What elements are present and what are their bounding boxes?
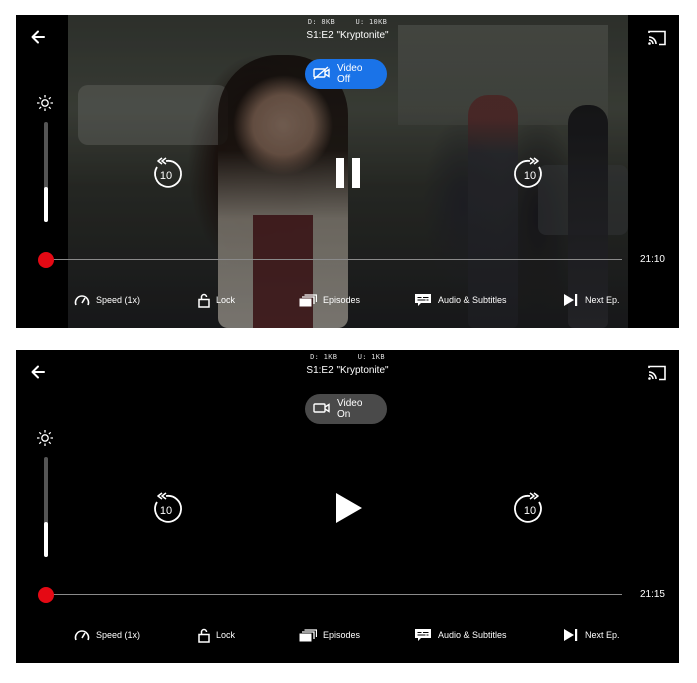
episodes-button[interactable]: Episodes <box>299 625 360 645</box>
audio-subtitles-label: Audio & Subtitles <box>438 630 507 640</box>
lock-icon <box>198 628 210 643</box>
cast-icon[interactable] <box>647 364 667 382</box>
speed-button[interactable]: Speed (1x) <box>74 625 140 645</box>
episodes-label: Episodes <box>323 295 361 305</box>
lock-button[interactable]: Lock <box>198 625 235 645</box>
audio-subtitles-button[interactable]: Audio & Subtitles <box>414 290 507 310</box>
rewind-seconds: 10 <box>160 505 172 517</box>
upload-rate: U: 10KB <box>355 18 388 26</box>
upload-rate: U: 1KB <box>357 353 385 361</box>
rewind-seconds: 10 <box>160 170 172 182</box>
forward-seconds: 10 <box>524 170 536 182</box>
speed-label: Speed (1x) <box>96 630 141 640</box>
brightness-icon <box>36 94 54 112</box>
video-camera-icon <box>313 401 331 418</box>
speedometer-icon <box>74 628 90 642</box>
audio-subtitles-button[interactable]: Audio & Subtitles <box>414 625 507 645</box>
progress-bar[interactable] <box>46 259 622 260</box>
network-stats: D: 1KB U: 1KB <box>16 353 679 361</box>
brightness-slider-fill <box>44 522 48 557</box>
progress-scrubber[interactable] <box>38 252 54 268</box>
episode-title: S1:E2 "Kryptonite" <box>306 30 389 41</box>
progress-bar[interactable] <box>46 594 622 595</box>
cast-icon[interactable] <box>647 29 667 47</box>
lock-label: Lock <box>216 630 236 640</box>
skip-next-icon <box>563 628 579 642</box>
forward-seconds: 10 <box>524 505 536 517</box>
video-off-icon <box>313 65 331 83</box>
brightness-slider-fill <box>44 187 48 222</box>
pause-icon <box>336 158 360 188</box>
lock-button[interactable]: Lock <box>198 290 235 310</box>
download-rate: D: 1KB <box>310 353 338 361</box>
subtitles-icon <box>414 628 432 642</box>
play-icon <box>336 493 362 523</box>
rewind-10-button[interactable]: 10 <box>149 492 183 526</box>
next-episode-label: Next Ep. <box>585 630 620 640</box>
network-stats: D: 8KB U: 10KB <box>16 18 679 26</box>
bottom-controls: Speed (1x) Lock Episodes Audio & Subtitl… <box>16 290 679 310</box>
audio-subtitles-label: Audio & Subtitles <box>438 295 507 305</box>
video-toggle-button[interactable]: Video On <box>305 394 387 424</box>
forward-10-button[interactable]: 10 <box>513 492 547 526</box>
bottom-controls: Speed (1x) Lock Episodes Audio & Subtitl… <box>16 625 679 645</box>
next-episode-button[interactable]: Next Ep. <box>563 290 620 310</box>
pause-button[interactable] <box>331 155 365 191</box>
subtitles-icon <box>414 293 432 307</box>
time-remaining: 21:10 <box>639 254 665 265</box>
speedometer-icon <box>74 293 90 307</box>
forward-10-button[interactable]: 10 <box>513 157 547 191</box>
video-toggle-label: Video On <box>337 398 363 420</box>
download-rate: D: 8KB <box>307 18 335 26</box>
lock-icon <box>198 293 210 308</box>
rewind-10-button[interactable]: 10 <box>149 157 183 191</box>
episodes-icon <box>299 293 317 307</box>
video-toggle-button[interactable]: Video Off <box>305 59 387 89</box>
speed-button[interactable]: Speed (1x) <box>74 290 140 310</box>
episodes-label: Episodes <box>323 630 361 640</box>
video-player-paused[interactable]: D: 1KB U: 1KB S1:E2 "Kryptonite" Video O… <box>16 350 679 663</box>
brightness-slider[interactable] <box>44 122 48 222</box>
speed-label: Speed (1x) <box>96 295 141 305</box>
next-episode-button[interactable]: Next Ep. <box>563 625 620 645</box>
video-toggle-label: Video Off <box>337 63 363 85</box>
video-player-playing[interactable]: D: 8KB U: 10KB S1:E2 "Kryptonite" Video … <box>16 15 679 328</box>
episodes-icon <box>299 628 317 642</box>
progress-scrubber[interactable] <box>38 587 54 603</box>
lock-label: Lock <box>216 295 236 305</box>
episodes-button[interactable]: Episodes <box>299 290 360 310</box>
brightness-icon <box>36 429 54 447</box>
time-remaining: 21:15 <box>639 589 665 600</box>
skip-next-icon <box>563 293 579 307</box>
brightness-slider[interactable] <box>44 457 48 557</box>
play-button[interactable] <box>331 490 365 526</box>
episode-title: S1:E2 "Kryptonite" <box>306 365 389 376</box>
next-episode-label: Next Ep. <box>585 295 620 305</box>
